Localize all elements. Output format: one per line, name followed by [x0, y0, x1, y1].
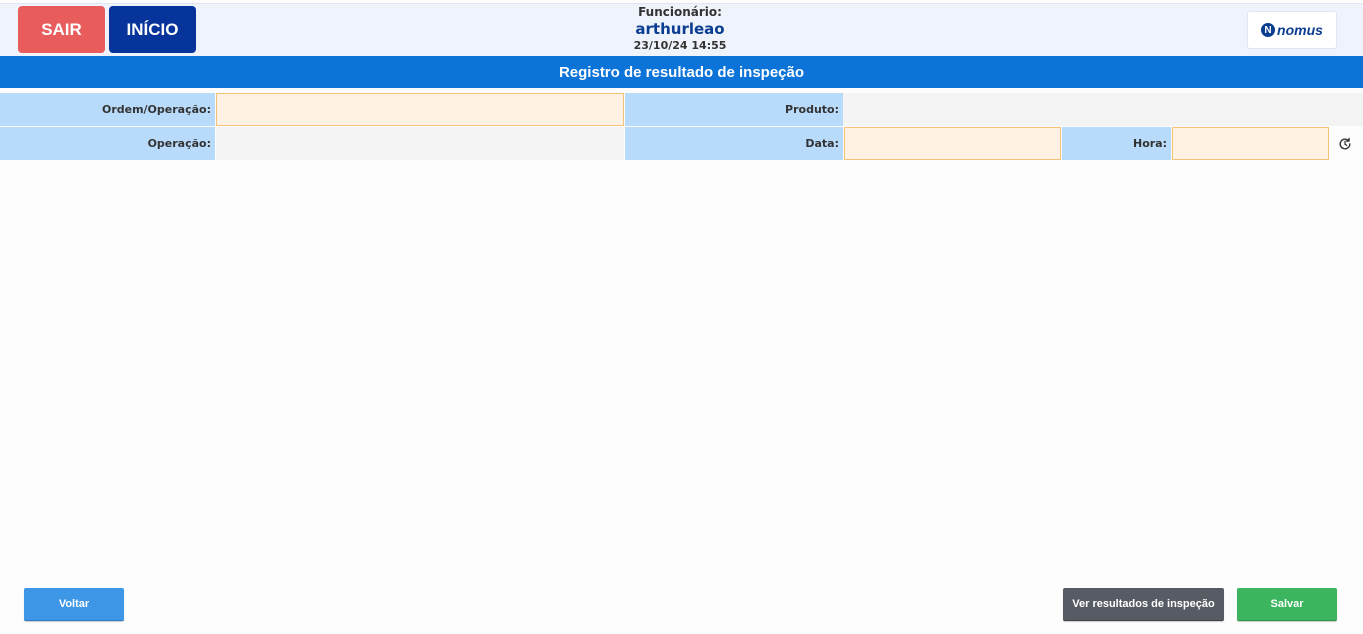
- current-datetime: 23/10/24 14:55: [633, 39, 727, 52]
- hora-input[interactable]: [1172, 127, 1329, 160]
- data-label: Data:: [625, 127, 843, 160]
- employee-name: arthurleao: [635, 20, 725, 38]
- employee-label: Funcionário:: [638, 5, 722, 19]
- back-button[interactable]: Voltar: [24, 588, 124, 621]
- operacao-label: Operação:: [0, 127, 215, 160]
- header: SAIR INÍCIO Funcionário: arthurleao 23/1…: [0, 3, 1363, 57]
- produto-value: [843, 93, 1363, 126]
- data-input[interactable]: [844, 127, 1061, 160]
- refresh-time-button[interactable]: [1334, 134, 1356, 154]
- hora-label: Hora:: [1062, 127, 1171, 160]
- ordem-operacao-input[interactable]: [216, 93, 624, 126]
- refresh-clock-icon: [1339, 137, 1351, 150]
- page: SAIR INÍCIO Funcionário: arthurleao 23/1…: [0, 0, 1363, 634]
- exit-button[interactable]: SAIR: [18, 6, 105, 53]
- produto-label: Produto:: [625, 93, 843, 126]
- nomus-logo-icon: N: [1261, 23, 1276, 37]
- operacao-value: [216, 127, 624, 160]
- ordem-operacao-label: Ordem/Operação:: [0, 93, 215, 126]
- employee-info: Funcionário: arthurleao 23/10/24 14:55: [560, 5, 800, 53]
- save-button[interactable]: Salvar: [1237, 588, 1337, 621]
- page-title: Registro de resultado de inspeção: [0, 56, 1363, 88]
- view-results-button[interactable]: Ver resultados de inspeção: [1063, 588, 1224, 621]
- home-button[interactable]: INÍCIO: [109, 6, 196, 53]
- logo-text: nomus: [1277, 22, 1323, 38]
- nomus-logo: N nomus: [1247, 11, 1337, 49]
